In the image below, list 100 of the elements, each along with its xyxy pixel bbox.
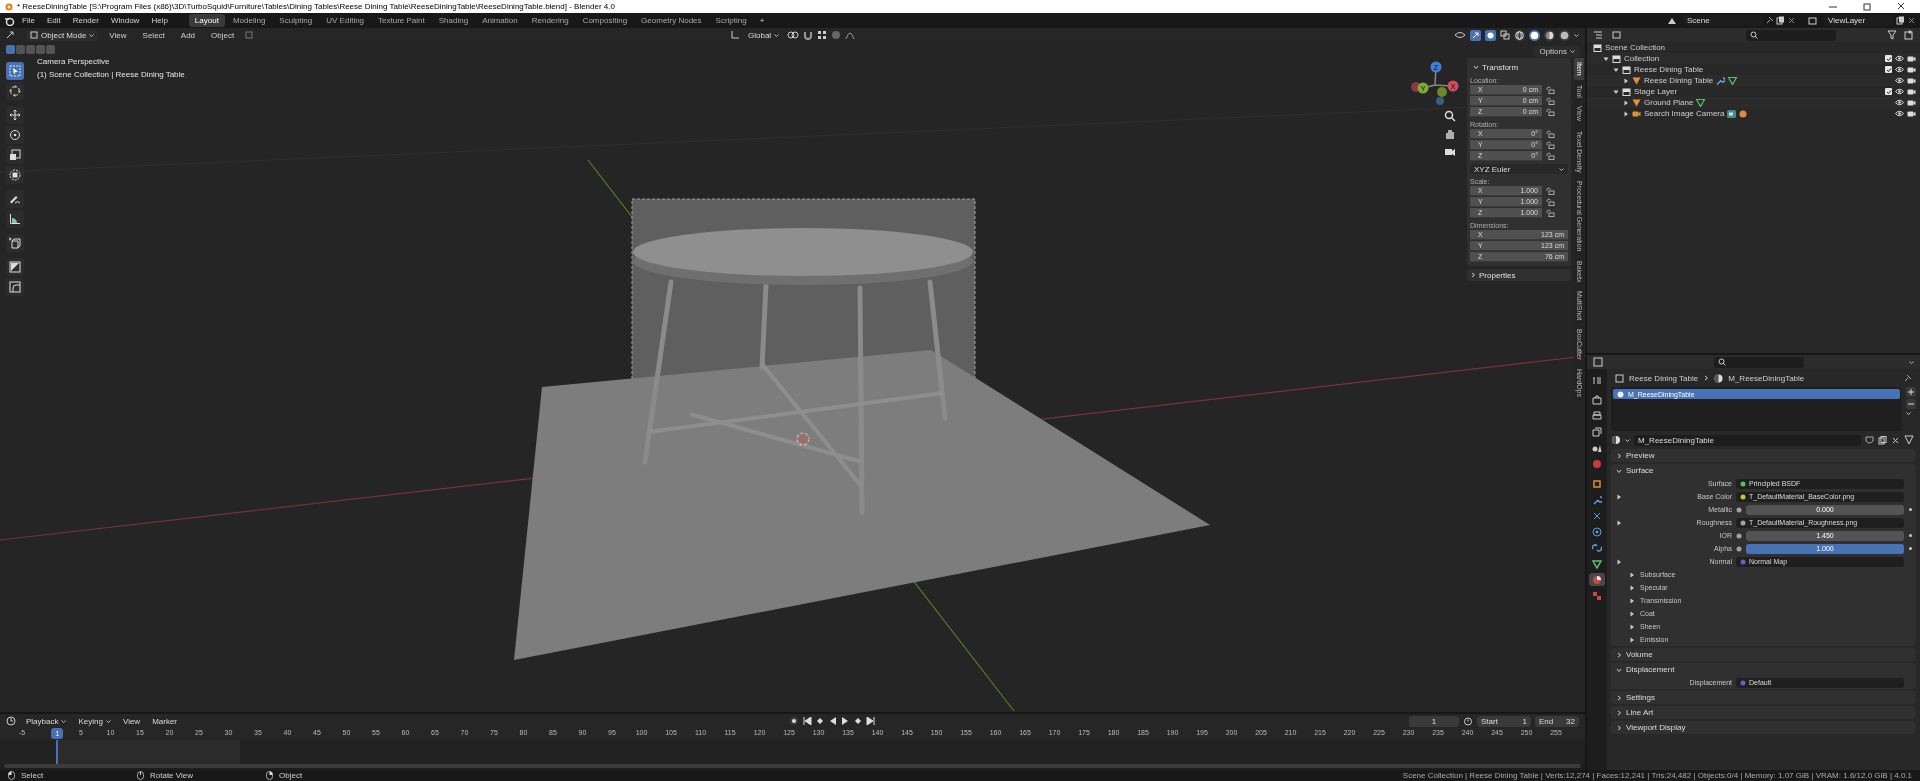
shield-icon[interactable] — [1865, 435, 1874, 445]
disclosure-triangle-icon[interactable] — [1616, 519, 1622, 526]
lock-icon[interactable] — [1546, 130, 1555, 138]
menu-item[interactable]: Select — [137, 29, 170, 41]
workspace-tab[interactable]: Shading — [432, 14, 475, 27]
menu-item[interactable]: Edit — [41, 15, 66, 26]
properties-tab[interactable] — [1589, 525, 1605, 538]
tool-button[interactable] — [6, 258, 24, 276]
workspace-tab[interactable]: Texture Paint — [372, 14, 431, 27]
workspace-tab[interactable]: Scripting — [709, 14, 753, 27]
stopwatch-icon[interactable] — [1463, 716, 1473, 726]
shading-mode-button[interactable] — [1559, 29, 1570, 41]
lock-icon[interactable] — [1546, 187, 1555, 195]
search-field[interactable] — [1714, 356, 1804, 368]
menu-item[interactable]: File — [17, 15, 40, 26]
eye-icon[interactable] — [1895, 99, 1904, 106]
properties-tab[interactable] — [1589, 409, 1605, 422]
disclosure-triangle-icon[interactable] — [1613, 66, 1619, 73]
new-collection-icon[interactable] — [1904, 30, 1914, 40]
lock-icon[interactable] — [1546, 141, 1555, 149]
chevron-icon[interactable] — [1616, 467, 1622, 474]
outliner-item[interactable]: Search Image Camera — [1644, 109, 1725, 118]
options-dropdown[interactable]: Options — [1534, 46, 1580, 57]
properties-tab[interactable] — [1589, 425, 1605, 438]
pin-icon[interactable] — [1765, 16, 1774, 25]
camera-icon[interactable] — [1907, 110, 1916, 117]
tool-button[interactable] — [6, 278, 24, 296]
copy-icon[interactable] — [1776, 16, 1785, 25]
material-sphere-icon[interactable] — [1611, 435, 1621, 445]
tool-button[interactable] — [6, 106, 24, 124]
disclosure-triangle-icon[interactable] — [1629, 636, 1635, 643]
grid-snap-icon[interactable] — [817, 30, 828, 40]
overlays-icon[interactable] — [1485, 29, 1496, 41]
panel-header[interactable]: Surface — [1611, 464, 1916, 477]
chevron-icon[interactable] — [1616, 666, 1622, 673]
visibility-icon[interactable] — [1454, 30, 1466, 40]
disclosure-triangle-icon[interactable] — [1616, 493, 1622, 500]
keyframe-dot-icon[interactable] — [1908, 546, 1913, 551]
current-frame-field[interactable]: 1 — [1409, 715, 1459, 727]
camera-icon[interactable] — [1632, 110, 1641, 117]
filter-icon[interactable] — [1904, 435, 1916, 445]
panel-header[interactable]: Preview — [1611, 449, 1916, 462]
jump-end-icon[interactable] — [866, 717, 876, 725]
camera-icon[interactable] — [1907, 55, 1916, 62]
shading-mode-button[interactable] — [1544, 29, 1555, 41]
play-reverse-icon[interactable] — [829, 717, 838, 725]
add-slot-button[interactable] — [1906, 387, 1916, 397]
menu-item[interactable]: Marker — [148, 715, 182, 727]
falloff-icon[interactable] — [845, 30, 856, 40]
disclosure-triangle-icon[interactable] — [1629, 571, 1635, 578]
disclosure-triangle-icon[interactable] — [1629, 597, 1635, 604]
camera-icon[interactable] — [1907, 66, 1916, 73]
tool-button[interactable] — [6, 190, 24, 208]
properties-tab[interactable] — [1589, 573, 1605, 586]
search-field[interactable] — [1746, 29, 1836, 41]
tool-button[interactable] — [6, 82, 24, 100]
properties-tab[interactable] — [1589, 557, 1605, 570]
menu-item[interactable]: Object — [206, 29, 240, 41]
lock-icon[interactable] — [1546, 86, 1555, 94]
outliner-item[interactable]: Scene Collection — [1605, 43, 1666, 52]
copy-icon[interactable] — [1878, 435, 1887, 445]
menu-item[interactable]: Window — [105, 15, 145, 26]
tool-button[interactable] — [6, 210, 24, 228]
chevron-icon[interactable] — [1616, 452, 1622, 459]
pin-icon[interactable] — [1903, 373, 1912, 383]
lock-icon[interactable] — [1546, 152, 1555, 160]
camera-icon[interactable] — [1907, 77, 1916, 84]
camera-icon[interactable] — [1444, 146, 1456, 158]
chevron-icon[interactable] — [1470, 272, 1476, 278]
orientation-icon[interactable] — [730, 30, 740, 40]
zoom-icon[interactable] — [1444, 110, 1456, 122]
outliner-item[interactable]: Reese Dining Table — [1644, 76, 1714, 85]
workspace-tab[interactable]: Layout — [188, 14, 225, 27]
keyframe-dot-icon[interactable] — [1908, 507, 1913, 512]
panel-header[interactable]: Viewport Display — [1611, 721, 1916, 734]
menu-item[interactable]: Help — [146, 15, 173, 26]
menu-item[interactable]: Render — [67, 15, 104, 26]
tool-button[interactable] — [6, 166, 24, 184]
checkbox[interactable] — [1885, 55, 1892, 62]
jump-start-icon[interactable] — [803, 717, 813, 725]
chevron-icon[interactable] — [1616, 651, 1622, 658]
disclosure-triangle-icon[interactable] — [1629, 610, 1635, 617]
disclosure-triangle-icon[interactable] — [1603, 55, 1609, 62]
gizmo-icon[interactable] — [1470, 29, 1481, 41]
disclosure-triangle-icon[interactable] — [1629, 623, 1635, 630]
blender-logo-icon[interactable] — [4, 15, 15, 26]
properties-tab[interactable] — [1589, 541, 1605, 554]
properties-tab[interactable] — [1589, 393, 1605, 406]
start-frame-field[interactable]: Start 1 — [1477, 715, 1531, 727]
workspace-tab[interactable]: Compositing — [576, 14, 634, 27]
magnet-icon[interactable] — [803, 30, 814, 40]
outliner-item[interactable]: Ground Plane — [1644, 98, 1694, 107]
disclosure-triangle-icon[interactable] — [1623, 99, 1629, 106]
workspace-tab[interactable]: Sculpting — [273, 14, 319, 27]
rotation-mode-dropdown[interactable]: XYZ Euler — [1470, 164, 1568, 174]
panel-header[interactable]: Settings — [1611, 691, 1916, 704]
lock-icon[interactable] — [1546, 209, 1555, 217]
breadcrumb-separator-icon[interactable] — [1703, 375, 1710, 381]
panel-header[interactable]: Properties — [1467, 269, 1571, 281]
disclosure-triangle-icon[interactable] — [1623, 77, 1629, 84]
